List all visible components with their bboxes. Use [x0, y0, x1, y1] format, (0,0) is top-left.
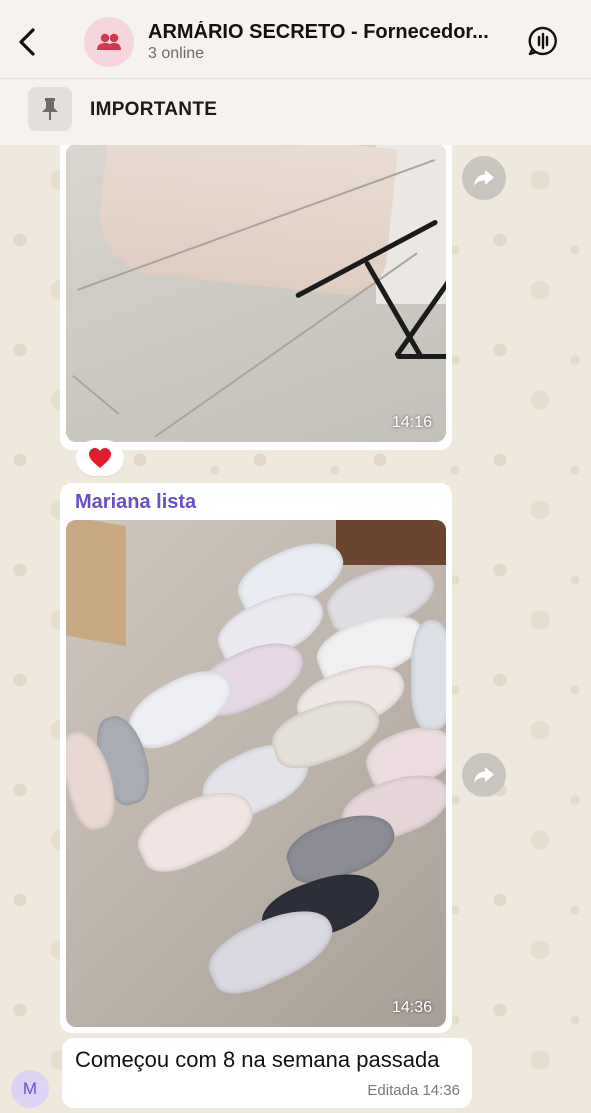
photo-box	[66, 520, 126, 647]
message-time: 14:16	[391, 414, 432, 431]
forward-button[interactable]	[462, 753, 506, 797]
chevron-left-icon	[19, 28, 35, 56]
chat-header: ARMÁRIO SECRETO - Fornecedor... 3 online…	[0, 0, 591, 145]
message-meta: Editada 14:36	[367, 1082, 460, 1099]
message-photo[interactable]: 14:36	[66, 520, 446, 1027]
sender-avatar[interactable]: M	[11, 1070, 49, 1108]
message-time: 14:36	[422, 1082, 460, 1099]
forward-icon	[474, 767, 494, 783]
group-avatar[interactable]	[84, 17, 134, 67]
reaction-badge[interactable]	[76, 440, 124, 476]
image-message[interactable]: Mariana lista 14:36	[60, 483, 452, 1033]
image-message[interactable]: 14:16	[60, 120, 452, 450]
chat-title[interactable]: ARMÁRIO SECRETO - Fornecedor...	[148, 21, 488, 44]
voice-chat-button[interactable]	[526, 24, 560, 58]
group-people-icon	[97, 33, 121, 50]
pinned-message-text: IMPORTANTE	[90, 99, 218, 120]
message-photo[interactable]: 14:16	[66, 144, 446, 442]
forward-button[interactable]	[462, 156, 506, 200]
text-message[interactable]: Começou com 8 na semana passada Editada …	[62, 1038, 472, 1108]
back-button[interactable]	[12, 24, 42, 60]
forward-icon	[474, 170, 494, 186]
pinned-message-bar[interactable]: IMPORTANTE	[0, 78, 591, 144]
heart-icon	[89, 448, 111, 468]
pin-icon	[42, 98, 58, 120]
message-text: Começou com 8 na semana passada	[75, 1047, 440, 1072]
pin-icon-box	[28, 87, 72, 131]
edited-label: Editada	[367, 1082, 419, 1099]
sender-name[interactable]: Mariana lista	[75, 491, 196, 514]
photo-bag	[93, 144, 399, 299]
online-status: 3 online	[148, 45, 205, 62]
message-time: 14:36	[391, 999, 432, 1016]
voice-chat-icon	[528, 26, 557, 56]
